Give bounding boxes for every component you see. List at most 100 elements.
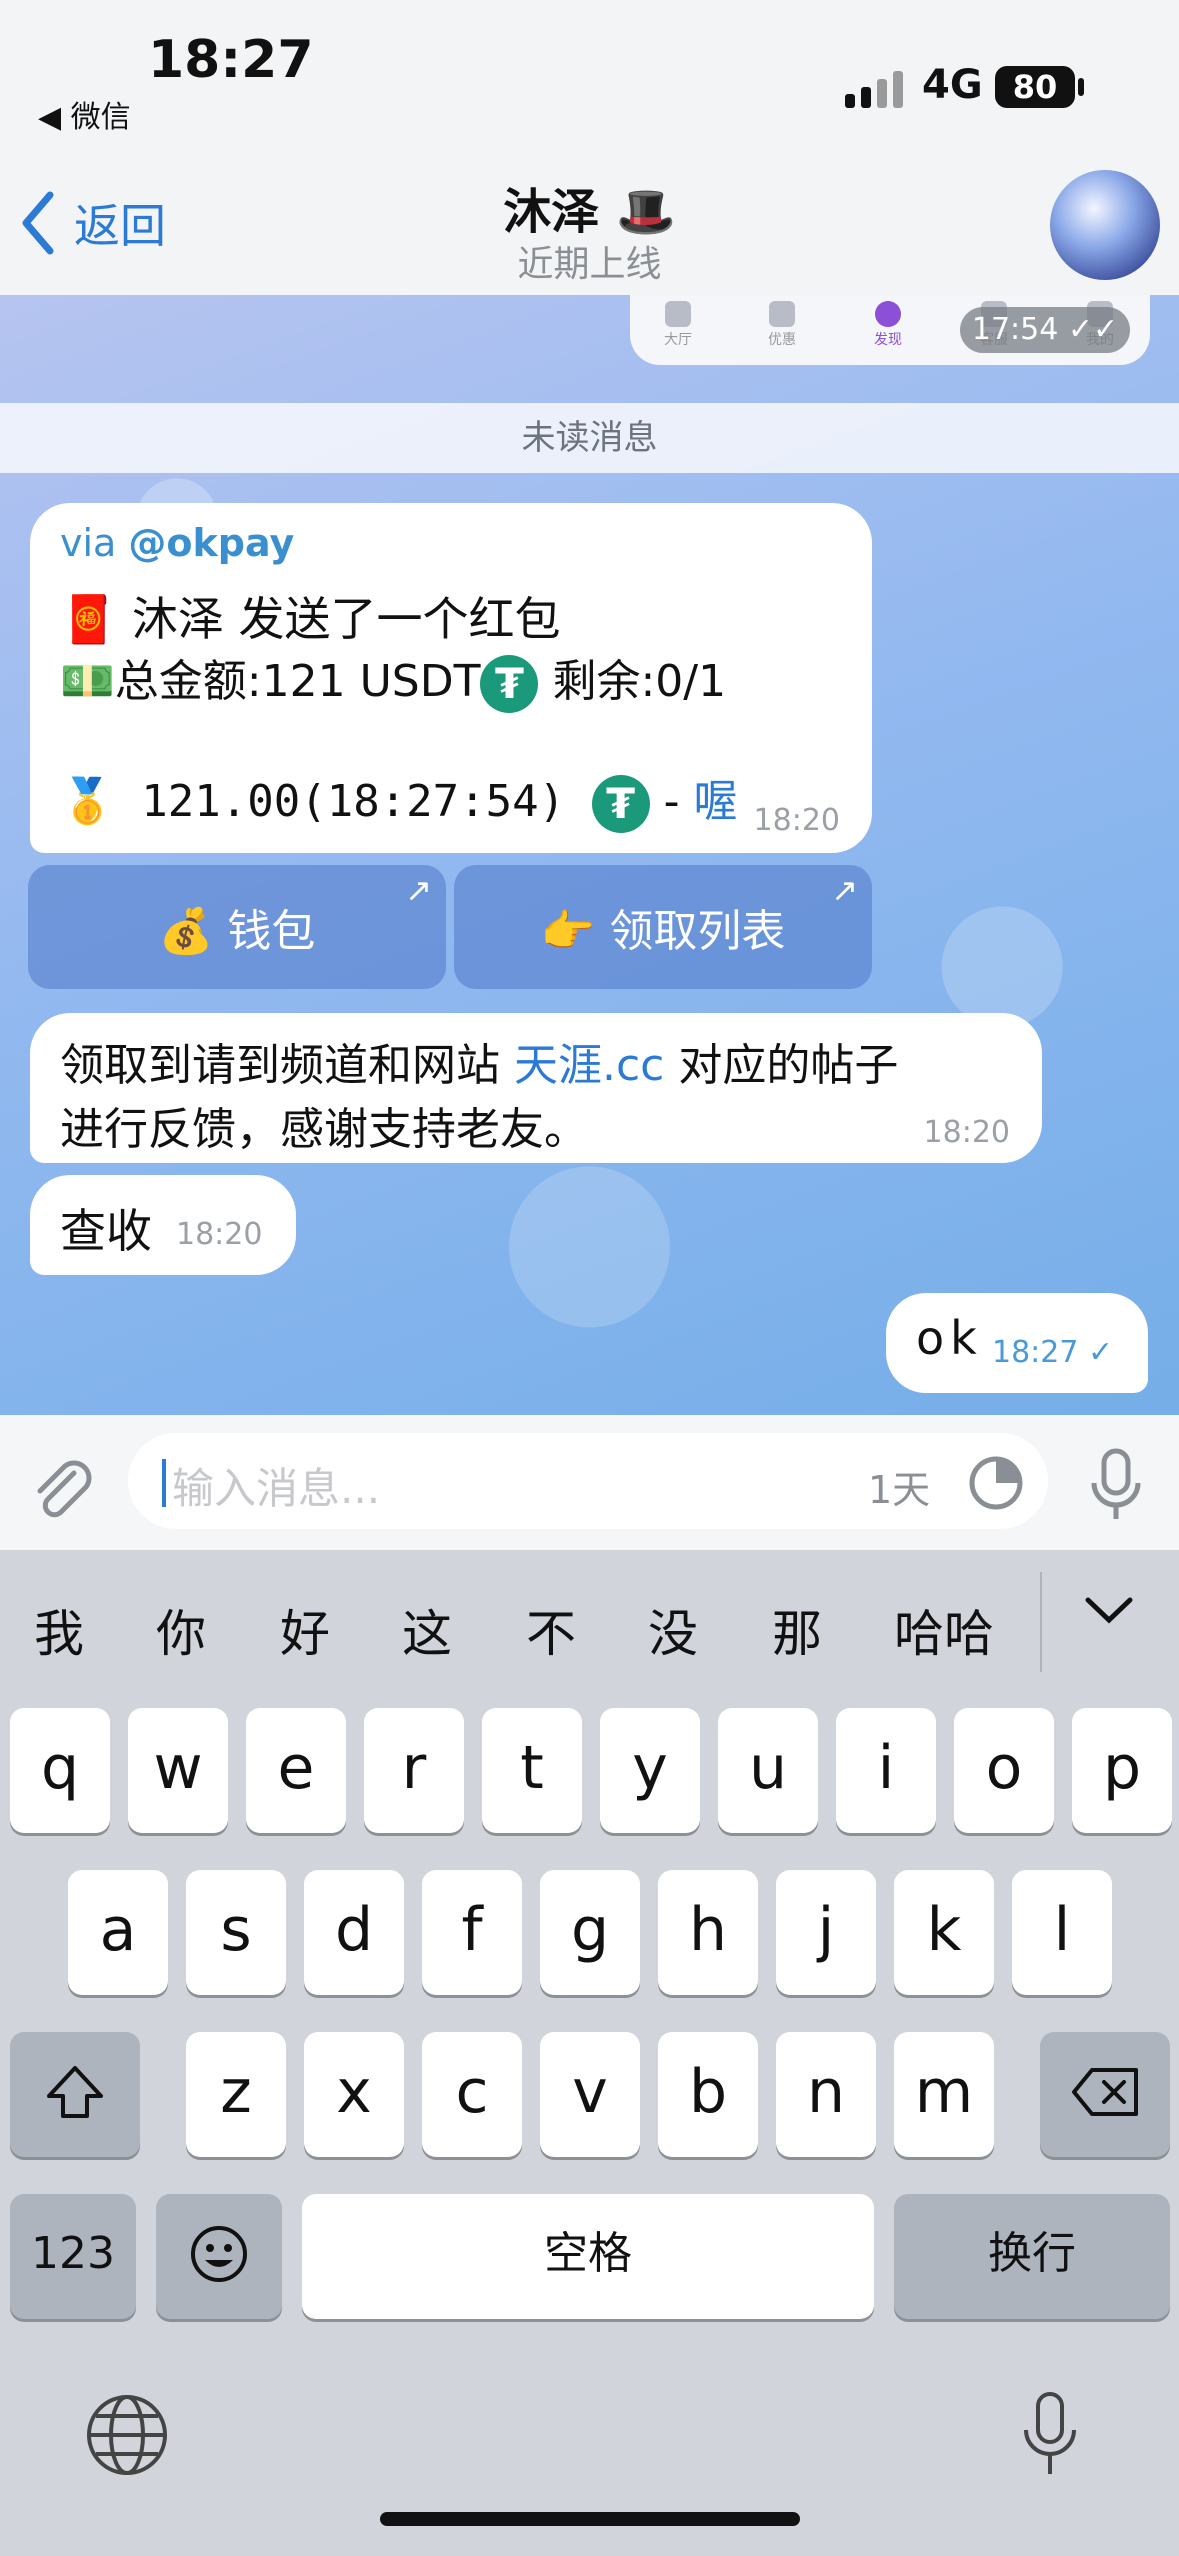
tether-icon: ₮: [591, 775, 650, 833]
battery-icon: 80: [995, 66, 1075, 108]
key-u[interactable]: u: [718, 1708, 818, 1833]
key-p[interactable]: p: [1072, 1708, 1172, 1833]
star-icon: [769, 301, 795, 327]
candidate-word[interactable]: 不: [526, 1594, 576, 1666]
key-q[interactable]: q: [10, 1708, 110, 1833]
candidate-word[interactable]: 你: [156, 1594, 206, 1666]
expand-candidates-icon[interactable]: [1084, 1596, 1134, 1630]
compass-icon: [875, 301, 901, 327]
key-o[interactable]: o: [954, 1708, 1054, 1833]
via-bot-link[interactable]: @okpay: [128, 521, 294, 565]
short-message[interactable]: 查收 18:20: [30, 1175, 296, 1275]
home-icon: [665, 301, 691, 327]
tether-icon: ₮: [480, 655, 539, 713]
key-v[interactable]: v: [540, 2032, 640, 2157]
key-s[interactable]: s: [186, 1870, 286, 1995]
message-input[interactable]: 输入消息... 1天: [128, 1433, 1048, 1529]
home-indicator[interactable]: [380, 2512, 800, 2526]
candidate-word[interactable]: 那: [772, 1594, 822, 1666]
signal-icon: [845, 70, 909, 114]
chat-area[interactable]: 大厅 优惠 发现 客服 我的 17:54 ✓✓ 未读消息 via @okpay …: [0, 295, 1179, 1415]
message-input-placeholder: 输入消息...: [172, 1464, 381, 1513]
shift-icon: [47, 2066, 103, 2118]
backspace-icon: [1072, 2068, 1138, 2116]
emoji-key[interactable]: [156, 2194, 282, 2319]
key-l[interactable]: l: [1012, 1870, 1112, 1995]
red-packet-claim: 🥇 121.00(18:27:54) ₮ - 喔: [60, 765, 737, 833]
chat-title[interactable]: 沐泽 🎩: [0, 172, 1179, 242]
emoji-icon: [191, 2226, 247, 2282]
auto-delete-label[interactable]: 1天: [868, 1459, 930, 1514]
image-message-preview[interactable]: 大厅 优惠 发现 客服 我的 17:54 ✓✓: [630, 295, 1150, 365]
key-k[interactable]: k: [894, 1870, 994, 1995]
key-z[interactable]: z: [186, 2032, 286, 2157]
wallet-button[interactable]: 💰 钱包 ↗: [28, 865, 446, 989]
key-x[interactable]: x: [304, 2032, 404, 2157]
chat-status: 近期上线: [517, 244, 662, 285]
key-h[interactable]: h: [658, 1870, 758, 1995]
auto-delete-timer-icon[interactable]: [966, 1453, 1026, 1513]
red-packet-message[interactable]: via @okpay 🧧 沐泽 发送了一个红包 💵总金额:121 USDT ₮ 剩…: [30, 503, 872, 853]
candidate-divider: [1040, 1572, 1042, 1672]
dictation-mic-icon[interactable]: [1020, 2390, 1080, 2484]
message-time: 18:20: [176, 1217, 263, 1252]
message-time: 17:54 ✓✓: [960, 307, 1130, 353]
site-link[interactable]: 天涯.cc: [514, 1040, 664, 1091]
delete-key[interactable]: [1040, 2032, 1170, 2157]
feedback-line-1: 领取到请到频道和网站 天涯.cc 对应的帖子: [60, 1040, 899, 1091]
message-time-read: 18:27 ✓: [992, 1335, 1114, 1370]
space-key[interactable]: 空格: [302, 2194, 874, 2319]
composer-bar: 输入消息... 1天: [0, 1415, 1179, 1550]
candidate-word[interactable]: 哈哈: [894, 1594, 994, 1666]
key-r[interactable]: r: [364, 1708, 464, 1833]
key-e[interactable]: e: [246, 1708, 346, 1833]
unread-divider: 未读消息: [0, 403, 1179, 473]
mini-tab: 大厅: [648, 301, 708, 349]
red-packet-amount: 💵总金额:121 USDT ₮ 剩余:0/1: [60, 645, 726, 713]
network-type: 4G: [922, 62, 983, 108]
mini-tab: 优惠: [752, 301, 812, 349]
message-time: 18:20: [923, 1115, 1010, 1150]
attach-icon[interactable]: [28, 1455, 98, 1529]
battery-tip: [1078, 78, 1084, 96]
text-caret: [162, 1459, 166, 1507]
back-to-wechat[interactable]: ◀ 微信: [38, 92, 131, 136]
key-b[interactable]: b: [658, 2032, 758, 2157]
key-c[interactable]: c: [422, 2032, 522, 2157]
message-text: 查收: [60, 1204, 152, 1258]
outgoing-message[interactable]: ok 18:27 ✓: [886, 1293, 1148, 1393]
key-w[interactable]: w: [128, 1708, 228, 1833]
candidate-word[interactable]: 好: [280, 1594, 330, 1666]
shift-key[interactable]: [10, 2032, 140, 2157]
numbers-key[interactable]: 123: [10, 2194, 136, 2319]
via-bot-line: via @okpay: [60, 521, 294, 565]
avatar[interactable]: [1050, 170, 1160, 280]
key-j[interactable]: j: [776, 1870, 876, 1995]
key-a[interactable]: a: [68, 1870, 168, 1995]
candidate-word[interactable]: 这: [402, 1594, 452, 1666]
red-packet-title: 🧧 沐泽 发送了一个红包: [60, 592, 561, 646]
message-time: 18:20: [753, 803, 840, 838]
candidate-word[interactable]: 没: [648, 1594, 698, 1666]
claimer-link[interactable]: 喔: [693, 776, 737, 827]
key-m[interactable]: m: [894, 2032, 994, 2157]
mini-tab: 发现: [858, 301, 918, 349]
key-y[interactable]: y: [600, 1708, 700, 1833]
return-key[interactable]: 换行: [894, 2194, 1170, 2319]
key-f[interactable]: f: [422, 1870, 522, 1995]
candidate-word[interactable]: 我: [34, 1594, 84, 1666]
external-link-icon: ↗: [831, 871, 858, 909]
feedback-message[interactable]: 领取到请到频道和网站 天涯.cc 对应的帖子 进行反馈，感谢支持老友。 18:2…: [30, 1013, 1042, 1163]
key-i[interactable]: i: [836, 1708, 936, 1833]
key-n[interactable]: n: [776, 2032, 876, 2157]
claim-list-button[interactable]: 👉 领取列表 ↗: [454, 865, 872, 989]
message-text: ok: [916, 1311, 983, 1365]
globe-icon[interactable]: [84, 2392, 170, 2482]
microphone-icon[interactable]: [1088, 1447, 1144, 1527]
via-prefix: via: [60, 521, 129, 565]
key-t[interactable]: t: [482, 1708, 582, 1833]
key-d[interactable]: d: [304, 1870, 404, 1995]
key-g[interactable]: g: [540, 1870, 640, 1995]
external-link-icon: ↗: [405, 871, 432, 909]
status-time: 18:27: [148, 30, 314, 90]
